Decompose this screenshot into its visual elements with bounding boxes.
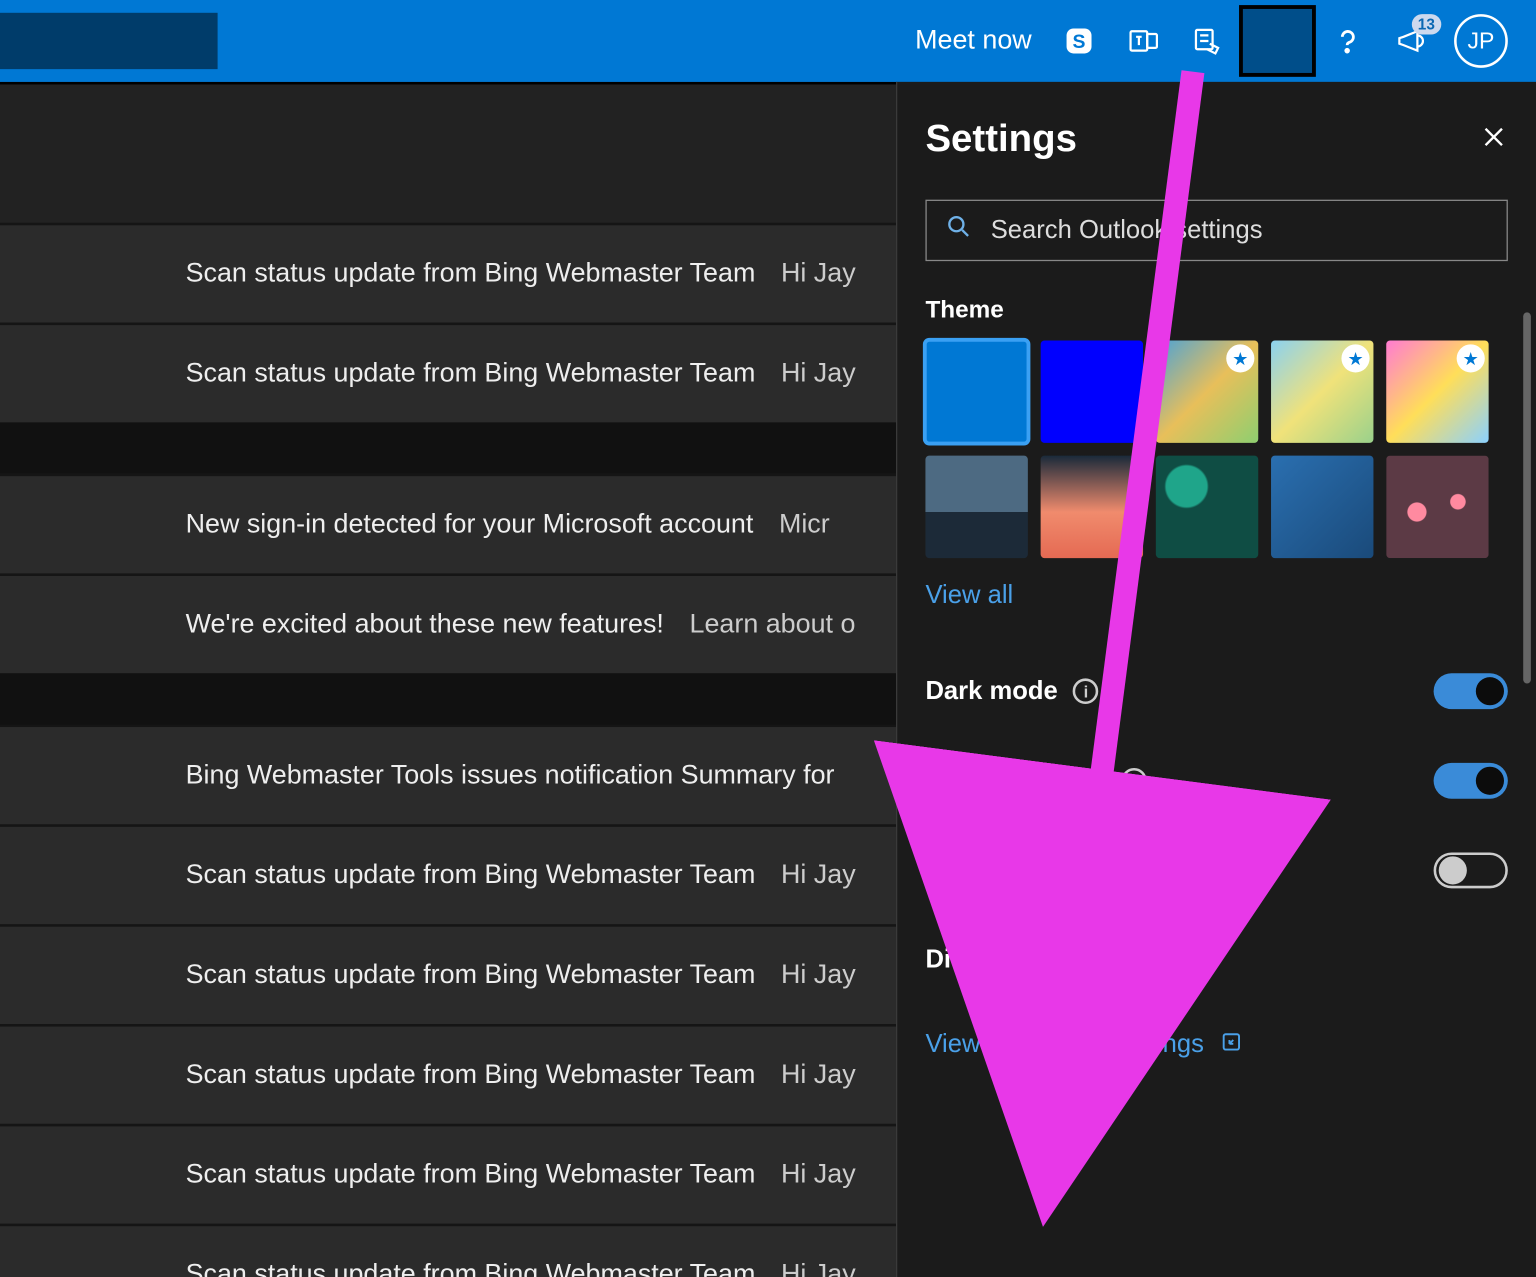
message-row[interactable]: Scan status update from Bing Webmaster T… [0, 323, 896, 423]
svg-text:S: S [1073, 31, 1086, 53]
message-row[interactable]: Scan status update from Bing Webmaster T… [0, 924, 896, 1024]
premium-star-icon: ★ [1341, 344, 1369, 372]
desktop-notifications-label: Desktop notifications [925, 856, 1185, 885]
avatar[interactable]: JP [1454, 14, 1508, 68]
info-icon[interactable]: i [1073, 678, 1099, 704]
focused-inbox-toggle[interactable] [1434, 763, 1508, 799]
view-all-settings-label: View all Outlook settings [925, 1030, 1203, 1059]
scrollbar[interactable] [1523, 312, 1531, 683]
list-header-area [0, 82, 896, 223]
theme-label: Theme [925, 297, 1507, 325]
message-row[interactable]: Scan status update from Bing Webmaster T… [0, 1124, 896, 1224]
message-row[interactable]: Scan status update from Bing Webmaster T… [0, 1024, 896, 1124]
search-icon [945, 212, 973, 248]
view-all-themes-link[interactable]: View all [925, 581, 1013, 610]
skype-icon[interactable]: S [1047, 9, 1111, 73]
dark-mode-toggle[interactable] [1434, 673, 1508, 709]
info-icon[interactable]: i [1201, 858, 1227, 884]
message-row[interactable]: Bing Webmaster Tools issues notification… [0, 724, 896, 824]
info-icon[interactable]: i [1121, 768, 1147, 794]
theme-tile[interactable] [925, 456, 1027, 558]
theme-tile[interactable] [1041, 456, 1143, 558]
focused-inbox-row: Focused Inbox i [925, 736, 1507, 826]
premium-star-icon: ★ [1457, 344, 1485, 372]
meet-now-label: Meet now [915, 26, 1032, 57]
header-search-area[interactable] [0, 13, 218, 69]
main-area: Scan status update from Bing Webmaster T… [0, 82, 1536, 1277]
theme-tile[interactable] [1271, 456, 1373, 558]
theme-tile[interactable]: ★ [1271, 340, 1373, 442]
megaphone-icon[interactable]: 13 [1380, 9, 1444, 73]
search-placeholder: Search Outlook settings [991, 216, 1263, 245]
view-all-settings-link[interactable]: View all Outlook settings [925, 1030, 1507, 1059]
desktop-notifications-toggle[interactable] [1434, 852, 1508, 888]
theme-tile[interactable]: ★ [1156, 340, 1258, 442]
display-density-row: Display density i [925, 915, 1507, 1005]
theme-grid: ★ ★ ★ [925, 340, 1507, 558]
premium-star-icon: ★ [1226, 344, 1254, 372]
help-icon[interactable] [1316, 9, 1380, 73]
display-density-label: Display density [925, 945, 1113, 974]
message-row[interactable]: We're excited about these new features!L… [0, 573, 896, 673]
message-row[interactable]: Scan status update from Bing Webmaster T… [0, 223, 896, 323]
message-row[interactable]: New sign-in detected for your Microsoft … [0, 474, 896, 574]
notification-badge: 13 [1411, 14, 1441, 34]
theme-tile[interactable]: ★ [1386, 340, 1488, 442]
settings-panel: Settings Search Outlook settings Theme ★… [896, 82, 1536, 1277]
meet-now-button[interactable]: Meet now [884, 9, 1047, 73]
theme-tile[interactable] [1386, 456, 1488, 558]
theme-tile[interactable] [925, 340, 1027, 442]
info-icon[interactable]: i [1129, 947, 1155, 973]
message-list: Scan status update from Bing Webmaster T… [0, 82, 896, 1277]
message-row[interactable]: Scan status update from Bing Webmaster T… [0, 824, 896, 924]
app-header: Meet now S 13 JP [0, 0, 1536, 82]
close-button[interactable] [1480, 122, 1508, 157]
dark-mode-row: Dark mode i [925, 646, 1507, 736]
settings-search-input[interactable]: Search Outlook settings [925, 200, 1507, 261]
close-icon [1480, 134, 1508, 156]
theme-tile[interactable] [1156, 456, 1258, 558]
settings-button[interactable] [1239, 5, 1316, 77]
theme-tile[interactable] [1041, 340, 1143, 442]
desktop-notifications-row: Desktop notifications i [925, 826, 1507, 916]
settings-title: Settings [925, 118, 1076, 162]
open-icon [1219, 1030, 1242, 1059]
notes-icon[interactable] [1175, 9, 1239, 73]
dark-mode-label: Dark mode [925, 676, 1057, 705]
focused-inbox-label: Focused Inbox [925, 766, 1106, 795]
teams-icon[interactable] [1111, 9, 1175, 73]
message-row[interactable]: Scan status update from Bing Webmaster T… [0, 1224, 896, 1277]
avatar-initials: JP [1468, 28, 1495, 55]
